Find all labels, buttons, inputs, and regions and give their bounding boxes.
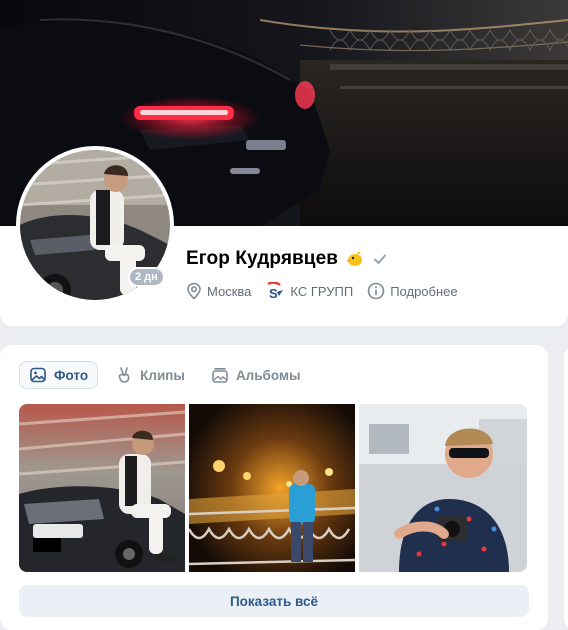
company-item[interactable]: S КС ГРУПП	[265, 282, 353, 300]
checkmark-icon[interactable]	[372, 251, 388, 267]
photo-grid	[19, 404, 527, 572]
company-label: КС ГРУПП	[290, 283, 354, 299]
photo-thumbnail[interactable]	[19, 404, 185, 572]
last-seen-badge: 2 дн	[128, 267, 165, 287]
profile-name-row: Егор Кудрявцев	[186, 248, 388, 270]
tab-albums[interactable]: Альбомы	[202, 361, 310, 389]
album-icon	[212, 368, 228, 383]
more-info-label: Подробнее	[390, 283, 458, 299]
svg-text:S: S	[269, 286, 278, 300]
company-logo-icon: S	[267, 282, 284, 300]
location-pin-icon	[187, 282, 201, 300]
profile-header-card: 2 дн Егор Кудрявцев Москва S КС ГРУПП По…	[0, 0, 568, 326]
photo-thumbnail[interactable]	[359, 404, 527, 572]
image-icon	[30, 367, 46, 383]
profile-name: Егор Кудрявцев	[186, 248, 339, 269]
tab-photos[interactable]: Фото	[19, 361, 99, 389]
more-info-item[interactable]: Подробнее	[367, 282, 458, 300]
photo-tabs: Фото Клипы Альбомы	[19, 361, 309, 389]
tab-photos-label: Фото	[54, 367, 89, 383]
profile-info-row: Москва S КС ГРУПП Подробнее	[186, 282, 472, 300]
info-icon	[367, 282, 385, 300]
city-item[interactable]: Москва	[186, 282, 251, 300]
photo-thumbnail[interactable]	[189, 404, 355, 572]
chick-icon[interactable]	[346, 250, 364, 268]
side-card	[564, 345, 568, 630]
tab-clips[interactable]: Клипы	[106, 361, 194, 389]
tab-clips-label: Клипы	[140, 367, 185, 383]
show-all-button[interactable]: Показать всё	[19, 585, 529, 617]
city-label: Москва	[207, 283, 252, 299]
clip-hand-icon	[118, 367, 130, 383]
tab-albums-label: Альбомы	[235, 367, 301, 383]
